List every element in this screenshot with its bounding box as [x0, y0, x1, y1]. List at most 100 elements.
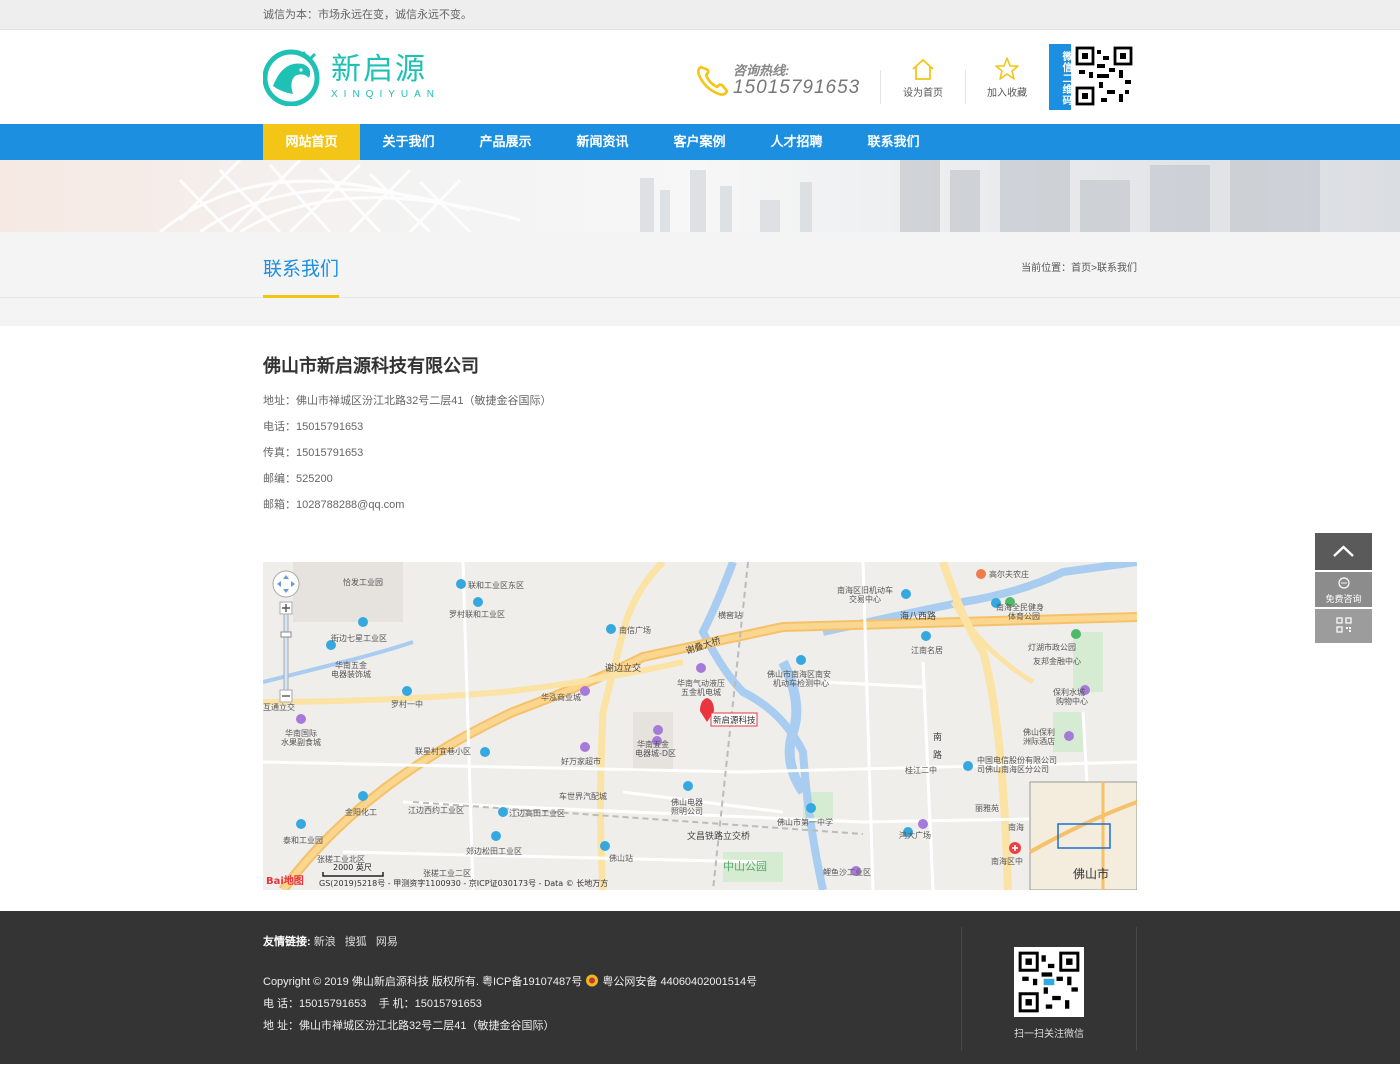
svg-text:金阳化工: 金阳化工	[345, 807, 377, 817]
logo[interactable]: 新启源 XINQIYUAN	[263, 46, 440, 106]
company-name: 佛山市新启源科技有限公司	[263, 356, 479, 377]
svg-text:购物中心: 购物中心	[1056, 696, 1088, 706]
svg-text:郊边松田工业区: 郊边松田工业区	[466, 846, 522, 856]
nav-item-about[interactable]: 关于我们	[360, 124, 457, 160]
friend-links: 友情链接: 新浪 搜狐 网易	[263, 933, 404, 949]
svg-text:保利水城: 保利水城	[1053, 687, 1085, 697]
logo-cn-text: 新启源	[331, 51, 427, 87]
nav-item-home[interactable]: 网站首页	[263, 124, 360, 160]
svg-text:机动车检测中心: 机动车检测中心	[773, 678, 829, 688]
free-consult-button[interactable]: 免费咨询	[1315, 572, 1372, 607]
svg-text:司佛山南海区分公司: 司佛山南海区分公司	[977, 764, 1049, 774]
baidu-logo: Bai地图	[266, 874, 304, 887]
set-home-button[interactable]: 设为首页	[893, 56, 953, 99]
map-marker-label: 新启源科技	[713, 715, 756, 726]
svg-text:路: 路	[933, 749, 942, 761]
police-badge-icon	[586, 974, 599, 987]
contact-phone: 电话：15015791653	[263, 421, 364, 433]
svg-text:华泓商业城: 华泓商业城	[541, 692, 581, 702]
contact-address: 地址：佛山市禅城区汾江北路32号二层41（敏捷金谷国际）	[263, 395, 552, 407]
contact-email: 邮箱：1028788288@qq.com	[263, 499, 405, 511]
svg-text:横窖站: 横窖站	[718, 610, 742, 620]
svg-text:华南五金: 华南五金	[637, 739, 669, 749]
nav-item-jobs[interactable]: 人才招聘	[748, 124, 845, 160]
breadcrumb-home-link[interactable]: 首页	[1071, 263, 1091, 274]
svg-text:江边西约工业区: 江边西约工业区	[408, 805, 464, 815]
nav-item-contact[interactable]: 联系我们	[845, 124, 942, 160]
svg-text:华南国际: 华南国际	[285, 728, 317, 738]
svg-text:五金机电城: 五金机电城	[681, 687, 721, 697]
divider	[965, 70, 966, 104]
svg-text:南海区旧机动车: 南海区旧机动车	[837, 585, 893, 595]
side-qr-button[interactable]	[1315, 609, 1372, 643]
svg-text:南海: 南海	[1008, 822, 1024, 832]
footer-address: 地 址：佛山市禅城区汾江北路32号二层41（敏捷金谷国际）	[263, 1020, 555, 1032]
svg-text:江边高田工业区: 江边高田工业区	[509, 808, 565, 818]
dolphin-logo-icon	[263, 49, 320, 106]
add-favorite-label: 加入收藏	[987, 88, 1027, 99]
friend-link-163[interactable]: 网易	[376, 936, 398, 948]
svg-text:洲际酒店: 洲际酒店	[1023, 736, 1055, 746]
friend-link-sohu[interactable]: 搜狐	[345, 936, 367, 948]
contact-postcode: 邮编：525200	[263, 473, 333, 485]
home-icon	[912, 58, 934, 80]
footer-qr-code	[1014, 947, 1084, 1017]
slogan: 诚信为本：市场永远在变，诚信永远不变。	[263, 9, 472, 21]
contact-fax: 传真：15015791653	[263, 447, 364, 459]
top-strip: 诚信为本：市场永远在变，诚信永远不变。	[0, 0, 1400, 30]
svg-text:佛山保利: 佛山保利	[1023, 727, 1055, 737]
nav-item-products[interactable]: 产品展示	[457, 124, 554, 160]
friend-links-label: 友情链接:	[263, 936, 311, 948]
svg-text:佛山站: 佛山站	[609, 853, 633, 863]
svg-text:佛山市第一中学: 佛山市第一中学	[777, 817, 833, 827]
svg-text:联星村宜巷小区: 联星村宜巷小区	[415, 746, 471, 756]
logo-en-text: XINQIYUAN	[331, 88, 441, 100]
svg-text:南: 南	[933, 731, 942, 743]
side-toolbar: 免费咨询	[1315, 533, 1372, 645]
title-strip	[0, 298, 1400, 326]
svg-text:电器城-D区: 电器城-D区	[635, 748, 676, 758]
svg-text:联和工业区东区: 联和工业区东区	[468, 580, 524, 590]
svg-text:南信广场: 南信广场	[619, 625, 651, 635]
svg-text:南海全民健身: 南海全民健身	[996, 602, 1044, 612]
svg-text:丽雅苑: 丽雅苑	[975, 803, 999, 813]
breadcrumb-prefix: 当前位置：	[1021, 263, 1072, 274]
svg-text:恰发工业园: 恰发工业园	[343, 577, 383, 587]
breadcrumb-current-link[interactable]: 联系我们	[1097, 263, 1137, 274]
svg-text:华南气动液压: 华南气动液压	[677, 678, 725, 688]
svg-text:友邦金融中心: 友邦金融中心	[1033, 656, 1081, 666]
svg-text:张槎工业二区: 张槎工业二区	[423, 868, 471, 878]
svg-text:华南五金: 华南五金	[335, 660, 367, 670]
svg-text:泰和工业园: 泰和工业园	[283, 835, 323, 845]
add-favorite-button[interactable]: 加入收藏	[977, 56, 1037, 99]
qr-code-icon	[1335, 617, 1352, 633]
friend-link-sina[interactable]: 新浪	[314, 936, 336, 948]
back-to-top-button[interactable]	[1315, 533, 1372, 570]
svg-text:体育公园: 体育公园	[1008, 611, 1040, 621]
set-home-label: 设为首页	[903, 88, 943, 99]
footer-divider	[961, 927, 962, 1051]
svg-text:灯湖市政公园: 灯湖市政公园	[1028, 642, 1076, 652]
banner-architecture-image	[159, 160, 1320, 232]
wechat-tag: 微信二维码	[1049, 44, 1071, 110]
map-copyright: GS(2019)5218号 - 甲测资字1100930 - 京ICP证03017…	[319, 878, 608, 888]
svg-text:罗村一中: 罗村一中	[391, 699, 423, 709]
hotline: 咨询热线: 15015791653	[695, 60, 860, 99]
phone-icon	[697, 65, 729, 96]
nav-item-news[interactable]: 新闻资讯	[554, 124, 651, 160]
svg-text:中山公园: 中山公园	[723, 860, 767, 873]
hotline-number: 15015791653	[733, 77, 861, 98]
svg-text:江南名居: 江南名居	[911, 645, 943, 655]
police-record-text: 粤公网安备 44060402001514号	[602, 976, 758, 988]
svg-text:鲤鱼沙工业区: 鲤鱼沙工业区	[823, 867, 871, 877]
svg-text:佛山市: 佛山市	[1073, 866, 1109, 881]
divider	[880, 70, 881, 104]
svg-text:车世界汽配城: 车世界汽配城	[559, 791, 607, 801]
chat-bubble-icon	[1337, 577, 1350, 589]
footer-copyright: Copyright © 2019 佛山新启源科技 版权所有. 粤ICP备1910…	[263, 973, 757, 989]
nav-item-cases[interactable]: 客户案例	[651, 124, 748, 160]
baidu-map[interactable]: 恰发工业园 联和工业区东区 罗村联和工业区 横窖站 南海区旧机动车 交易中心 高尔夫农庄…	[263, 562, 1137, 890]
svg-text:水果副食城: 水果副食城	[281, 737, 321, 747]
copyright-text: Copyright © 2019 佛山新启源科技 版权所有. 粤ICP备1910…	[263, 976, 583, 988]
svg-text:文昌铁路立交桥: 文昌铁路立交桥	[687, 830, 750, 842]
